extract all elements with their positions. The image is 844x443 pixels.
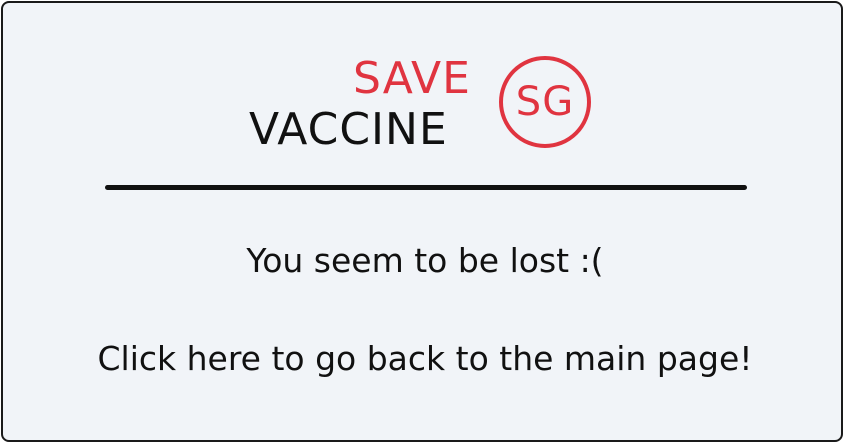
logo-vaccine-text: VACCINE: [249, 104, 448, 155]
save-vaccine-sg-logo: SAVE VACCINE SG: [249, 55, 609, 165]
divider: [105, 185, 747, 190]
lost-message: You seem to be lost :(: [246, 241, 604, 280]
logo-save-text: SAVE: [353, 53, 471, 104]
logo-sg-badge: SG: [499, 56, 591, 148]
back-to-main-page-link[interactable]: Click here to go back to the main page!: [3, 337, 844, 381]
logo-sg-text: SG: [515, 79, 575, 125]
page-card: SAVE VACCINE SG You seem to be lost :( C…: [1, 1, 843, 442]
